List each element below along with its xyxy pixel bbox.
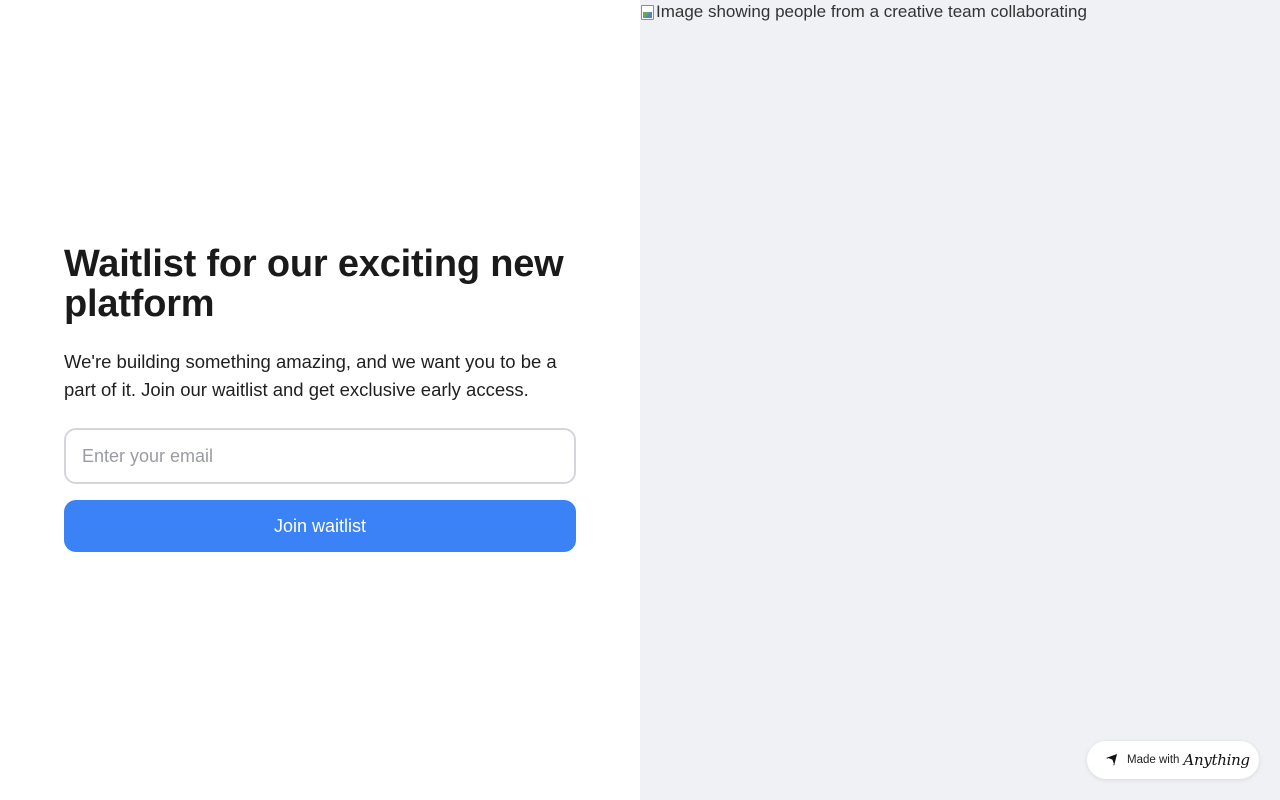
anything-logo-icon (1106, 754, 1117, 766)
hero-image-alt-text: Image showing people from a creative tea… (656, 2, 1087, 21)
hero-panel: Image showing people from a creative tea… (640, 0, 1280, 800)
hero-image: Image showing people from a creative tea… (640, 0, 1087, 24)
broken-image-icon (640, 4, 656, 22)
join-waitlist-button[interactable]: Join waitlist (64, 500, 576, 552)
page-description: We're building something amazing, and we… (64, 351, 557, 400)
made-with-anything-badge[interactable]: Made with Anything (1087, 741, 1259, 779)
page-title: Waitlist for our exciting new platform (64, 243, 564, 325)
signup-panel: Waitlist for our exciting new platform W… (0, 0, 640, 800)
badge-prefix: Made with (1127, 754, 1180, 766)
email-field[interactable] (64, 428, 576, 484)
badge-brand: Anything (1183, 751, 1250, 769)
signup-form: Waitlist for our exciting new platform W… (64, 244, 576, 552)
